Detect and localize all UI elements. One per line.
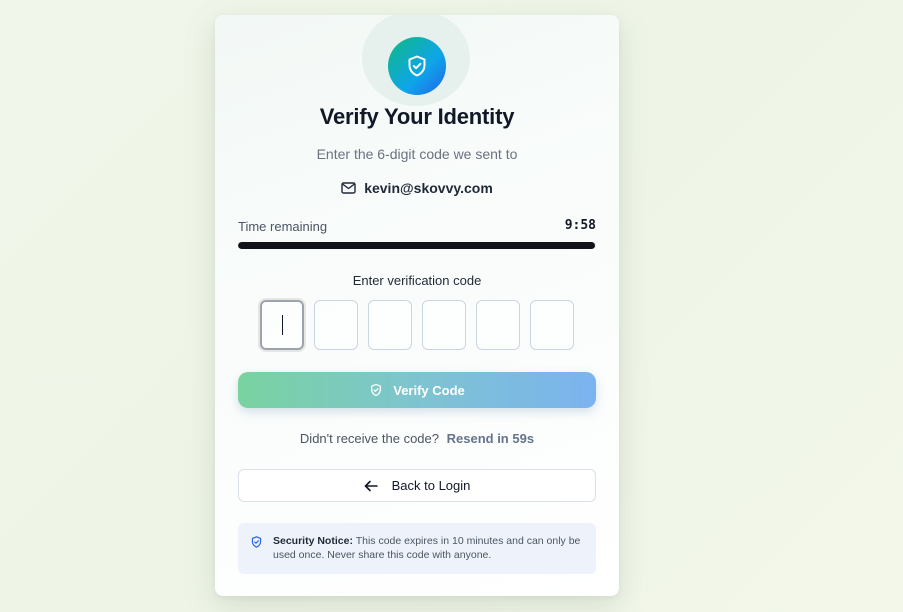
code-digit-input-1[interactable] [260, 300, 304, 350]
mail-icon [341, 182, 356, 194]
logo [388, 37, 446, 95]
page-subtitle: Enter the 6-digit code we sent to [316, 146, 518, 162]
verification-card: Verify Your Identity Enter the 6-digit c… [215, 15, 619, 596]
shield-check-icon [251, 536, 262, 548]
code-input-group [260, 300, 574, 350]
resend-row: Didn't receive the code? Resend in 59s [215, 431, 619, 446]
timer-value: 9:58 [564, 218, 596, 233]
shield-check-icon [371, 383, 382, 397]
security-notice-body: Security Notice: This code expires in 10… [273, 534, 584, 562]
arrow-left-icon [364, 480, 378, 491]
text-caret [281, 315, 283, 335]
back-to-login-label: Back to Login [391, 478, 471, 493]
shield-check-icon [408, 55, 426, 77]
code-digit-input-5[interactable] [476, 300, 520, 350]
page-title: Verify Your Identity [319, 104, 515, 129]
code-digit-input-6[interactable] [530, 300, 574, 350]
security-notice: Security Notice: This code expires in 10… [238, 523, 596, 574]
code-digit-input-3[interactable] [368, 300, 412, 350]
timer-progress-bar [238, 242, 596, 249]
verify-code-label: Verify Code [393, 382, 465, 398]
code-digit-input-2[interactable] [314, 300, 358, 350]
back-to-login-button[interactable]: Back to Login [238, 469, 596, 502]
code-label: Enter verification code [352, 273, 482, 288]
security-notice-title: Security Notice: [273, 535, 353, 547]
email-row: kevin@skovvy.com [215, 180, 619, 196]
email-address: kevin@skovvy.com [364, 180, 493, 196]
code-digit-input-4[interactable] [422, 300, 466, 350]
verify-code-button[interactable]: Verify Code [238, 372, 596, 408]
resend-prompt: Didn't receive the code? [299, 431, 439, 446]
timer-progress-fill [238, 242, 595, 249]
timer-label: Time remaining [238, 219, 328, 234]
resend-link[interactable]: Resend in 59s [447, 431, 534, 446]
